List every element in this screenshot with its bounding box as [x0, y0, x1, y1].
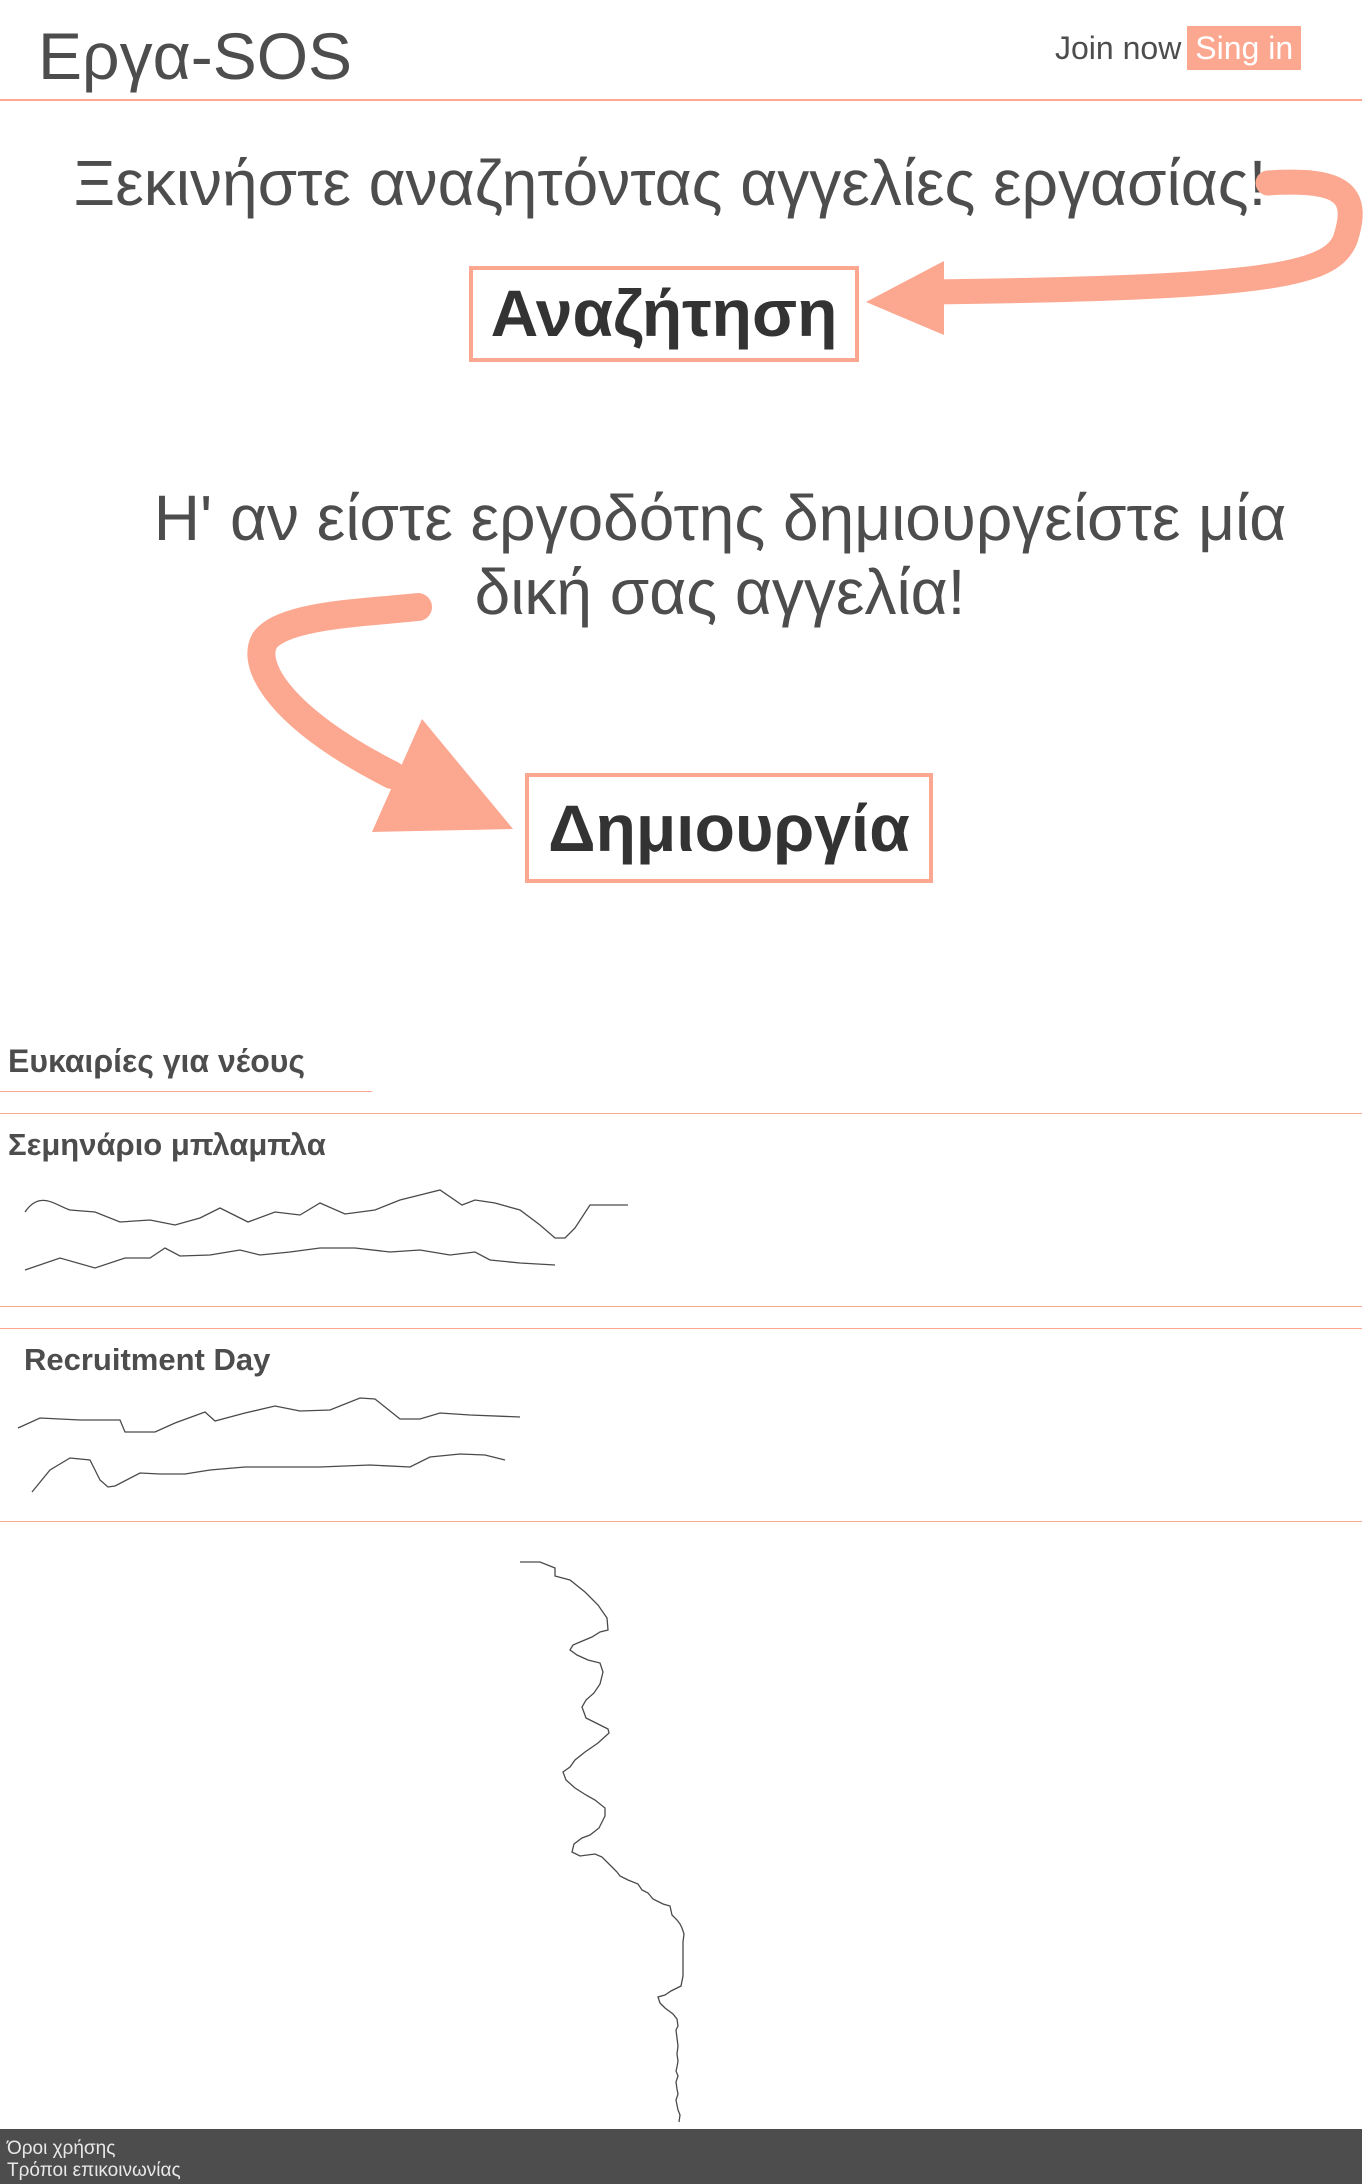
sign-in-button[interactable]: Sing in: [1187, 26, 1302, 70]
brand-logo[interactable]: Εργα-SOS: [38, 14, 352, 98]
list-divider: [0, 1306, 1362, 1307]
list-item-title[interactable]: Recruitment Day: [24, 1342, 270, 1378]
card2-description-scribble: [17, 1397, 521, 1493]
header-nav: Join now Sing in: [1055, 26, 1302, 70]
page: Εργα-SOS Join now Sing in Ξεκινήστε αναζ…: [0, 0, 1366, 2184]
search-prompt: Ξεκινήστε αναζητόντας αγγελίες εργασίας!: [73, 147, 1267, 219]
section-title-underline: [0, 1091, 372, 1092]
list-item-title[interactable]: Σεμηνάριο μπλαμπλα: [8, 1127, 326, 1163]
footer-contact-link[interactable]: Τρόποι επικοινωνίας: [7, 2160, 181, 2182]
join-now-link[interactable]: Join now: [1055, 26, 1181, 70]
list-divider: [0, 1113, 1362, 1114]
create-prompt: Η' αν είστε εργοδότης δημιουργείστε μία …: [153, 482, 1287, 628]
create-button[interactable]: Δημιουργία: [525, 773, 933, 883]
list-divider: [0, 1521, 1362, 1522]
footer-terms-link[interactable]: Όροι χρήσης: [7, 2138, 115, 2160]
header-divider: [0, 99, 1362, 101]
arrow-to-create-icon: [247, 593, 513, 832]
list-divider: [0, 1328, 1362, 1329]
footer: [0, 2129, 1362, 2184]
vertical-scribble: [520, 1561, 685, 2123]
card1-description-scribble: [24, 1189, 628, 1271]
search-button[interactable]: Αναζήτηση: [469, 266, 859, 362]
section-title: Ευκαιρίες για νέους: [8, 1043, 306, 1079]
